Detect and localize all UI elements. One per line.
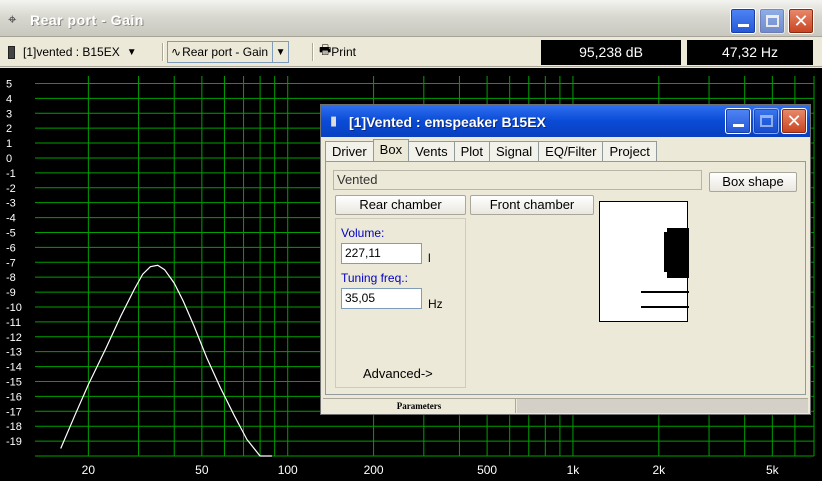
rear-chamber-group: Volume: 227,11 l Tuning freq.: 35,05 Hz …: [335, 218, 466, 388]
main-title-bar[interactable]: ⌖ Rear port - Gain ✕: [0, 0, 822, 37]
tab-signal[interactable]: Signal: [489, 141, 540, 161]
rear-chamber-button[interactable]: Rear chamber: [335, 195, 466, 215]
box-preview: [599, 201, 689, 322]
close-button[interactable]: ✕: [788, 8, 814, 34]
volume-input[interactable]: 227,11: [341, 243, 422, 264]
maximize-icon: [760, 115, 773, 127]
y-tick-label: -7: [6, 257, 16, 269]
y-tick-label: 1: [6, 138, 12, 150]
minimize-button[interactable]: [730, 8, 756, 34]
dialog-close-button[interactable]: ✕: [781, 108, 807, 134]
x-tick-label: 50: [195, 463, 209, 477]
box-type-field: Vented: [333, 170, 702, 190]
speaker-icon: ▮: [330, 113, 338, 128]
y-tick-label: -2: [6, 183, 16, 195]
y-tick-label: -18: [6, 421, 22, 433]
printer-icon: 🖶: [319, 42, 332, 57]
y-tick-label: 3: [6, 108, 12, 120]
y-tick-label: -11: [6, 317, 21, 329]
advanced-link[interactable]: Advanced->: [363, 366, 433, 381]
y-tick-label: -6: [6, 242, 16, 254]
y-tick-label: -19: [6, 436, 22, 448]
readout-hz: 47,32 Hz: [687, 40, 813, 65]
driver-select[interactable]: [1]vented : B15EX ▼: [8, 41, 140, 63]
dialog-minimize-button[interactable]: [725, 108, 751, 134]
minimize-icon: [733, 124, 744, 127]
crosshair-icon: ⌖: [8, 11, 17, 28]
box-tab-panel: Vented Box shape Rear chamber Front cham…: [325, 161, 806, 395]
print-button[interactable]: 🖶 Print: [319, 41, 356, 63]
tab-box[interactable]: Box: [372, 139, 410, 161]
status-bar: Parameters: [323, 398, 808, 413]
tab-strip: Driver Box Vents Plot Signal EQ/Filter Project: [325, 139, 657, 161]
y-tick-label: -17: [6, 406, 22, 418]
y-tick-label: -10: [6, 302, 22, 314]
box-dialog: ▮ [1]Vented : emspeaker B15EX ✕ Driver Bo…: [320, 104, 811, 415]
front-chamber-button[interactable]: Front chamber: [470, 195, 594, 215]
x-tick-label: 200: [364, 463, 384, 477]
maximize-button[interactable]: [759, 8, 785, 34]
x-tick-label: 1k: [567, 463, 581, 477]
y-tick-label: -9: [6, 287, 16, 299]
y-tick-label: -13: [6, 347, 22, 359]
chevron-down-icon[interactable]: ▼: [272, 42, 288, 62]
y-tick-label: 4: [6, 93, 12, 105]
box-preview-drawing: [641, 228, 689, 308]
x-tick-label: 500: [477, 463, 497, 477]
window-title: Rear port - Gain: [30, 12, 144, 28]
y-tick-label: -8: [6, 272, 16, 284]
y-tick-label: -1: [6, 168, 16, 180]
close-icon: ✕: [793, 11, 809, 31]
tuning-input[interactable]: 35,05: [341, 288, 422, 309]
graph-select[interactable]: ∿ Rear port - Gain ▼: [167, 41, 290, 63]
volume-label: Volume:: [341, 226, 385, 240]
readout-db: 95,238 dB: [541, 40, 681, 65]
tab-plot[interactable]: Plot: [453, 141, 491, 161]
y-tick-label: -12: [6, 332, 22, 344]
tab-vents[interactable]: Vents: [408, 141, 455, 161]
tuning-label: Tuning freq.:: [341, 271, 408, 285]
y-tick-label: -14: [6, 362, 22, 374]
graph-select-value: Rear port - Gain: [182, 45, 269, 59]
y-tick-label: -5: [6, 227, 16, 239]
x-tick-label: 100: [278, 463, 298, 477]
volume-unit: l: [428, 251, 431, 265]
status-panel-empty: [517, 399, 808, 413]
y-tick-label: 0: [6, 153, 12, 165]
speaker-icon: [8, 45, 15, 59]
close-icon: ✕: [786, 111, 802, 131]
wave-icon: ∿: [171, 45, 182, 59]
x-tick-label: 20: [82, 463, 96, 477]
driver-select-value: [1]vented : B15EX: [23, 45, 120, 59]
minimize-icon: [738, 24, 749, 27]
x-tick-label: 2k: [652, 463, 666, 477]
dialog-maximize-button[interactable]: [753, 108, 779, 134]
gain-curve: [60, 264, 272, 457]
maximize-icon: [766, 15, 779, 27]
y-tick-label: -15: [6, 376, 22, 388]
tab-driver[interactable]: Driver: [325, 141, 374, 161]
tab-project[interactable]: Project: [602, 141, 657, 161]
tab-eq-filter[interactable]: EQ/Filter: [538, 141, 604, 161]
dialog-title: [1]Vented : emspeaker B15EX: [349, 114, 546, 130]
y-tick-label: 5: [6, 78, 12, 90]
print-label: Print: [331, 45, 356, 59]
toolbar: [1]vented : B15EX ▼ ∿ Rear port - Gain ▼…: [0, 37, 822, 67]
chevron-down-icon[interactable]: ▼: [124, 42, 140, 62]
status-panel-parameters: Parameters: [323, 399, 516, 413]
tuning-unit: Hz: [428, 297, 443, 311]
x-tick-label: 5k: [766, 463, 780, 477]
y-tick-label: -3: [6, 198, 16, 210]
dialog-title-bar[interactable]: ▮ [1]Vented : emspeaker B15EX ✕: [321, 105, 810, 137]
y-tick-label: -4: [6, 213, 16, 225]
y-tick-label: 2: [6, 123, 12, 135]
y-tick-label: -16: [6, 391, 22, 403]
box-shape-button[interactable]: Box shape: [709, 172, 797, 192]
